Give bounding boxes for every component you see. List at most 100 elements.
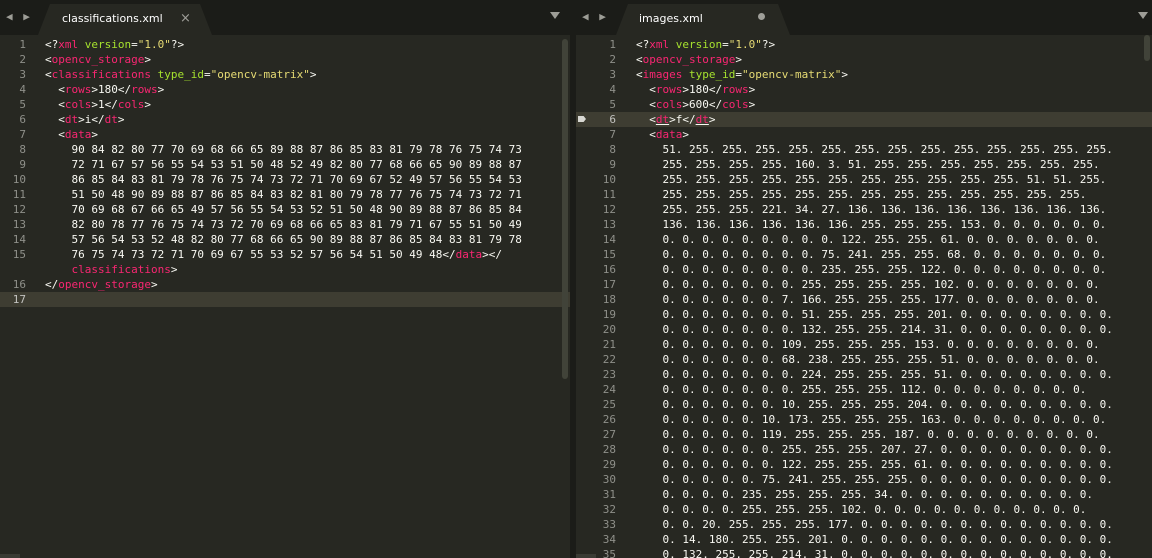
tab-images-xml[interactable]: images.xml bbox=[616, 4, 790, 35]
line-number[interactable]: 19 bbox=[576, 307, 616, 322]
code-line[interactable]: 51 50 48 90 89 88 87 86 85 84 83 82 81 8… bbox=[45, 187, 521, 202]
line-number[interactable]: 4 bbox=[576, 82, 616, 97]
code-line[interactable]: 255. 255. 255. 221. 34. 27. 136. 136. 13… bbox=[636, 202, 1106, 217]
code-line[interactable]: 0. 0. 0. 0. 0. 0. 0. 0. 75. 241. 255. 25… bbox=[636, 247, 1106, 262]
code-line[interactable]: 0. 0. 0. 0. 0. 0. 10. 255. 255. 255. 204… bbox=[636, 397, 1112, 412]
line-number[interactable]: 5 bbox=[576, 97, 616, 112]
line-number[interactable]: 35 bbox=[576, 547, 616, 558]
line-number[interactable]: 14 bbox=[576, 232, 616, 247]
line-number[interactable]: 13 bbox=[0, 217, 26, 232]
line-number[interactable]: 11 bbox=[0, 187, 26, 202]
code-line[interactable]: 255. 255. 255. 255. 160. 3. 51. 255. 255… bbox=[636, 157, 1099, 172]
line-number[interactable]: 7 bbox=[576, 127, 616, 142]
line-number[interactable]: 24 bbox=[576, 382, 616, 397]
tab-classifications-xml[interactable]: classifications.xml × bbox=[38, 4, 212, 35]
line-number[interactable]: 22 bbox=[576, 352, 616, 367]
code-line[interactable]: 0. 132. 255. 255. 214. 31. 0. 0. 0. 0. 0… bbox=[636, 547, 1112, 558]
line-number[interactable]: 6 bbox=[0, 112, 26, 127]
code-line[interactable]: <?xml version="1.0"?> bbox=[45, 37, 184, 52]
code-line[interactable]: 0. 0. 0. 0. 0. 10. 173. 255. 255. 255. 1… bbox=[636, 412, 1106, 427]
line-number[interactable]: 34 bbox=[576, 532, 616, 547]
code-line[interactable]: <opencv_storage> bbox=[636, 52, 742, 67]
tab-overflow-chevron-down-icon[interactable] bbox=[550, 12, 560, 19]
line-number[interactable]: 5 bbox=[0, 97, 26, 112]
unsaved-dot-icon[interactable] bbox=[758, 13, 765, 20]
code-line[interactable]: <dt>i</dt> bbox=[45, 112, 124, 127]
close-icon[interactable]: × bbox=[180, 11, 191, 26]
line-number[interactable]: 31 bbox=[576, 487, 616, 502]
tab-nav-arrows-icon[interactable]: ◀ ▶ bbox=[6, 10, 32, 23]
line-number[interactable]: 9 bbox=[0, 157, 26, 172]
line-number[interactable]: 21 bbox=[576, 337, 616, 352]
line-number[interactable]: 8 bbox=[576, 142, 616, 157]
line-number[interactable]: 20 bbox=[576, 322, 616, 337]
code-line[interactable]: 57 56 54 53 52 48 82 80 77 68 66 65 90 8… bbox=[45, 232, 521, 247]
code-line[interactable]: 0. 0. 0. 0. 0. 0. 0. 255. 255. 255. 112.… bbox=[636, 382, 1086, 397]
code-line[interactable]: <images type_id="opencv-matrix"> bbox=[636, 67, 848, 82]
code-line[interactable]: 136. 136. 136. 136. 136. 136. 255. 255. … bbox=[636, 217, 1106, 232]
line-number[interactable]: 8 bbox=[0, 142, 26, 157]
left-vertical-scrollbar[interactable] bbox=[562, 39, 568, 379]
code-line[interactable]: <data> bbox=[45, 127, 98, 142]
code-line[interactable]: 255. 255. 255. 255. 255. 255. 255. 255. … bbox=[636, 172, 1106, 187]
line-number[interactable]: 7 bbox=[0, 127, 26, 142]
code-line[interactable]: 0. 0. 0. 0. 255. 255. 255. 102. 0. 0. 0.… bbox=[636, 502, 1086, 517]
code-line[interactable]: <classifications type_id="opencv-matrix"… bbox=[45, 67, 317, 82]
line-number[interactable]: 17 bbox=[576, 277, 616, 292]
code-line[interactable]: 0. 0. 0. 0. 0. 0. 255. 255. 255. 207. 27… bbox=[636, 442, 1112, 457]
code-line[interactable]: 90 84 82 80 77 70 69 68 66 65 89 88 87 8… bbox=[45, 142, 521, 157]
line-number[interactable]: 30 bbox=[576, 472, 616, 487]
line-number[interactable]: 9 bbox=[576, 157, 616, 172]
code-line[interactable]: classifications> bbox=[45, 262, 178, 277]
line-number[interactable]: 14 bbox=[0, 232, 26, 247]
line-number[interactable]: 25 bbox=[576, 397, 616, 412]
line-number[interactable]: 18 bbox=[576, 292, 616, 307]
line-number[interactable]: 10 bbox=[0, 172, 26, 187]
code-line[interactable]: <data> bbox=[636, 127, 689, 142]
right-vertical-scrollbar[interactable] bbox=[1144, 35, 1150, 61]
line-number[interactable]: 26 bbox=[576, 412, 616, 427]
code-line[interactable]: 86 85 84 83 81 79 78 76 75 74 73 72 71 7… bbox=[45, 172, 521, 187]
code-line[interactable]: 0. 0. 0. 0. 0. 0. 0. 0. 235. 255. 255. 1… bbox=[636, 262, 1106, 277]
line-number[interactable]: 3 bbox=[576, 67, 616, 82]
code-line[interactable]: <?xml version="1.0"?> bbox=[636, 37, 775, 52]
line-number[interactable]: 27 bbox=[576, 427, 616, 442]
line-number[interactable]: 28 bbox=[576, 442, 616, 457]
line-number[interactable]: 15 bbox=[576, 247, 616, 262]
line-number[interactable]: 15 bbox=[0, 247, 26, 262]
line-number[interactable]: 11 bbox=[576, 187, 616, 202]
line-number[interactable]: 17 bbox=[0, 292, 26, 307]
line-number[interactable]: 33 bbox=[576, 517, 616, 532]
code-line[interactable]: 70 69 68 67 66 65 49 57 56 55 54 53 52 5… bbox=[45, 202, 521, 217]
code-line[interactable]: 0. 0. 0. 0. 0. 0. 0. 51. 255. 255. 255. … bbox=[636, 307, 1112, 322]
code-line[interactable]: 76 75 74 73 72 71 70 69 67 55 53 52 57 5… bbox=[45, 247, 502, 262]
line-number[interactable]: 29 bbox=[576, 457, 616, 472]
code-line[interactable]: 255. 255. 255. 255. 255. 255. 255. 255. … bbox=[636, 187, 1086, 202]
code-line[interactable]: 0. 0. 20. 255. 255. 255. 177. 0. 0. 0. 0… bbox=[636, 517, 1112, 532]
line-number[interactable]: 3 bbox=[0, 67, 26, 82]
code-line[interactable]: 0. 0. 0. 0. 0. 75. 241. 255. 255. 255. 0… bbox=[636, 472, 1112, 487]
code-line[interactable]: 0. 0. 0. 0. 0. 0. 68. 238. 255. 255. 255… bbox=[636, 352, 1099, 367]
code-line[interactable]: 82 80 78 77 76 75 74 73 72 70 69 68 66 6… bbox=[45, 217, 521, 232]
code-line[interactable]: 0. 14. 180. 255. 255. 201. 0. 0. 0. 0. 0… bbox=[636, 532, 1112, 547]
line-number[interactable]: 12 bbox=[0, 202, 26, 217]
line-number[interactable]: 1 bbox=[0, 37, 26, 52]
code-line[interactable]: 0. 0. 0. 0. 0. 0. 7. 166. 255. 255. 255.… bbox=[636, 292, 1099, 307]
code-line[interactable]: 72 71 67 57 56 55 54 53 51 50 48 52 49 8… bbox=[45, 157, 521, 172]
code-line[interactable]: 0. 0. 0. 0. 0. 0. 122. 255. 255. 255. 61… bbox=[636, 457, 1112, 472]
tab-overflow-chevron-down-icon[interactable] bbox=[1138, 12, 1148, 19]
code-line[interactable]: 51. 255. 255. 255. 255. 255. 255. 255. 2… bbox=[636, 142, 1112, 157]
code-line[interactable]: <rows>180</rows> bbox=[45, 82, 164, 97]
code-line[interactable]: <opencv_storage> bbox=[45, 52, 151, 67]
code-line[interactable]: <cols>600</cols> bbox=[636, 97, 755, 112]
code-line[interactable]: 0. 0. 0. 0. 0. 119. 255. 255. 255. 187. … bbox=[636, 427, 1099, 442]
code-line[interactable]: 0. 0. 0. 0. 0. 0. 0. 255. 255. 255. 255.… bbox=[636, 277, 1099, 292]
line-number[interactable]: 16 bbox=[576, 262, 616, 277]
tab-nav-arrows-icon[interactable]: ◀ ▶ bbox=[582, 10, 608, 23]
left-code-editor[interactable]: 1 2 3 4 5 6 7 8 9 10 11 12 13 14 15 16 17 <?xml version="… bbox=[0, 35, 570, 558]
line-number[interactable]: 4 bbox=[0, 82, 26, 97]
code-line[interactable]: <rows>180</rows> bbox=[636, 82, 755, 97]
line-number[interactable]: 16 bbox=[0, 277, 26, 292]
code-line[interactable]: 0. 0. 0. 0. 0. 0. 0. 224. 255. 255. 255.… bbox=[636, 367, 1112, 382]
line-number[interactable]: 1 bbox=[576, 37, 616, 52]
